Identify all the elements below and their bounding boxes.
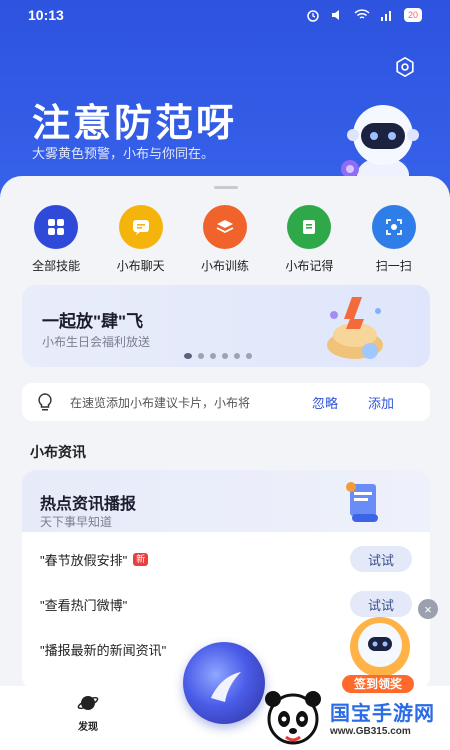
assistant-orb-icon: [211, 672, 241, 702]
add-link[interactable]: 添加: [368, 393, 394, 412]
wifi-icon: [354, 9, 370, 19]
carousel-dot[interactable]: [222, 353, 228, 359]
carousel-dot[interactable]: [246, 353, 252, 359]
hero-header: 10:13 20 注意防范呀 大雾黄色预警，小布与你同在。: [0, 0, 450, 200]
mute-icon: [331, 10, 339, 20]
news-row-text: "查看热门微博": [40, 597, 128, 613]
alarm-icon: [307, 10, 319, 22]
quick-action-label: 小布记得: [285, 259, 334, 273]
watermark: 国宝手游网 www.GB315.com: [256, 683, 450, 750]
planet-icon: [77, 696, 99, 710]
section-title: 小布资讯: [30, 444, 86, 460]
try-button[interactable]: 试试: [350, 546, 412, 572]
grid-icon: [34, 205, 79, 249]
promo-close-button[interactable]: ×: [418, 599, 438, 619]
carousel-dot[interactable]: [184, 353, 192, 359]
quick-action-label: 扫一扫: [375, 259, 412, 273]
chat-icon: [118, 205, 163, 249]
nav-discover-label: 发现: [78, 722, 98, 733]
watermark-title: 国宝手游网: [330, 702, 435, 725]
news-row-text: "播报最新的新闻资讯": [40, 642, 167, 658]
news-row-text: "春节放假安排": [40, 552, 128, 568]
new-badge: 新: [133, 552, 149, 566]
quick-action-label: 小布训练: [200, 259, 249, 273]
scan-icon: [371, 205, 416, 249]
watermark-url: www.GB315.com: [330, 725, 411, 737]
lightbulb-icon: [38, 393, 52, 411]
carousel-dot[interactable]: [198, 353, 204, 359]
layers-icon: [202, 205, 247, 249]
carousel-dot[interactable]: [234, 353, 240, 359]
hero-title: 注意防范呀: [32, 103, 238, 145]
carousel-dots: [184, 353, 252, 359]
nav-discover[interactable]: 发现: [66, 692, 110, 733]
status-bar: 10:13 20: [0, 0, 450, 30]
banner-title: 一起放"肆"飞: [42, 312, 144, 331]
suggestion-bar: 在速览添加小布建议卡片，小布将 忽略 添加: [22, 383, 430, 421]
scroll-document-icon: [346, 482, 378, 522]
ignore-link[interactable]: 忽略: [312, 393, 338, 412]
status-icons: 20: [306, 8, 422, 22]
panda-logo-icon: [265, 690, 321, 744]
quick-action-chat[interactable]: 小布聊天: [101, 205, 181, 274]
quick-action-all-skills[interactable]: 全部技能: [16, 205, 96, 274]
notes-icon: [287, 205, 332, 249]
birthday-cake-illustration: [327, 297, 383, 359]
banner-subtitle: 小布生日会福利放送: [42, 335, 151, 349]
signal-icon: [380, 11, 391, 21]
quick-action-scan[interactable]: 扫一扫: [354, 205, 434, 274]
battery-icon: 20: [403, 8, 422, 22]
settings-hexagon-icon[interactable]: [394, 56, 416, 78]
carousel-dot[interactable]: [210, 353, 216, 359]
promo-banner[interactable]: 一起放"肆"飞 小布生日会福利放送: [22, 285, 430, 367]
suggestion-text: 在速览添加小布建议卡片，小布将: [70, 395, 251, 410]
news-row[interactable]: "春节放假安排" 新 试试: [40, 545, 412, 573]
voice-assistant-button[interactable]: [183, 642, 265, 724]
news-subtitle: 天下事早知道: [40, 515, 113, 529]
quick-actions: 全部技能 小布聊天 小布训练 小布记得 扫一扫: [0, 205, 450, 274]
quick-action-label: 全部技能: [32, 259, 81, 273]
news-card-header: 热点资讯播报 天下事早知道: [22, 470, 430, 532]
quick-action-label: 小布聊天: [116, 259, 165, 273]
news-title: 热点资讯播报: [40, 496, 137, 513]
quick-action-remember[interactable]: 小布记得: [269, 205, 349, 274]
quick-action-training[interactable]: 小布训练: [185, 205, 265, 274]
hero-subtitle: 大雾黄色预警，小布与你同在。: [32, 146, 215, 161]
drag-handle[interactable]: [214, 186, 238, 189]
status-time: 10:13: [28, 7, 64, 23]
